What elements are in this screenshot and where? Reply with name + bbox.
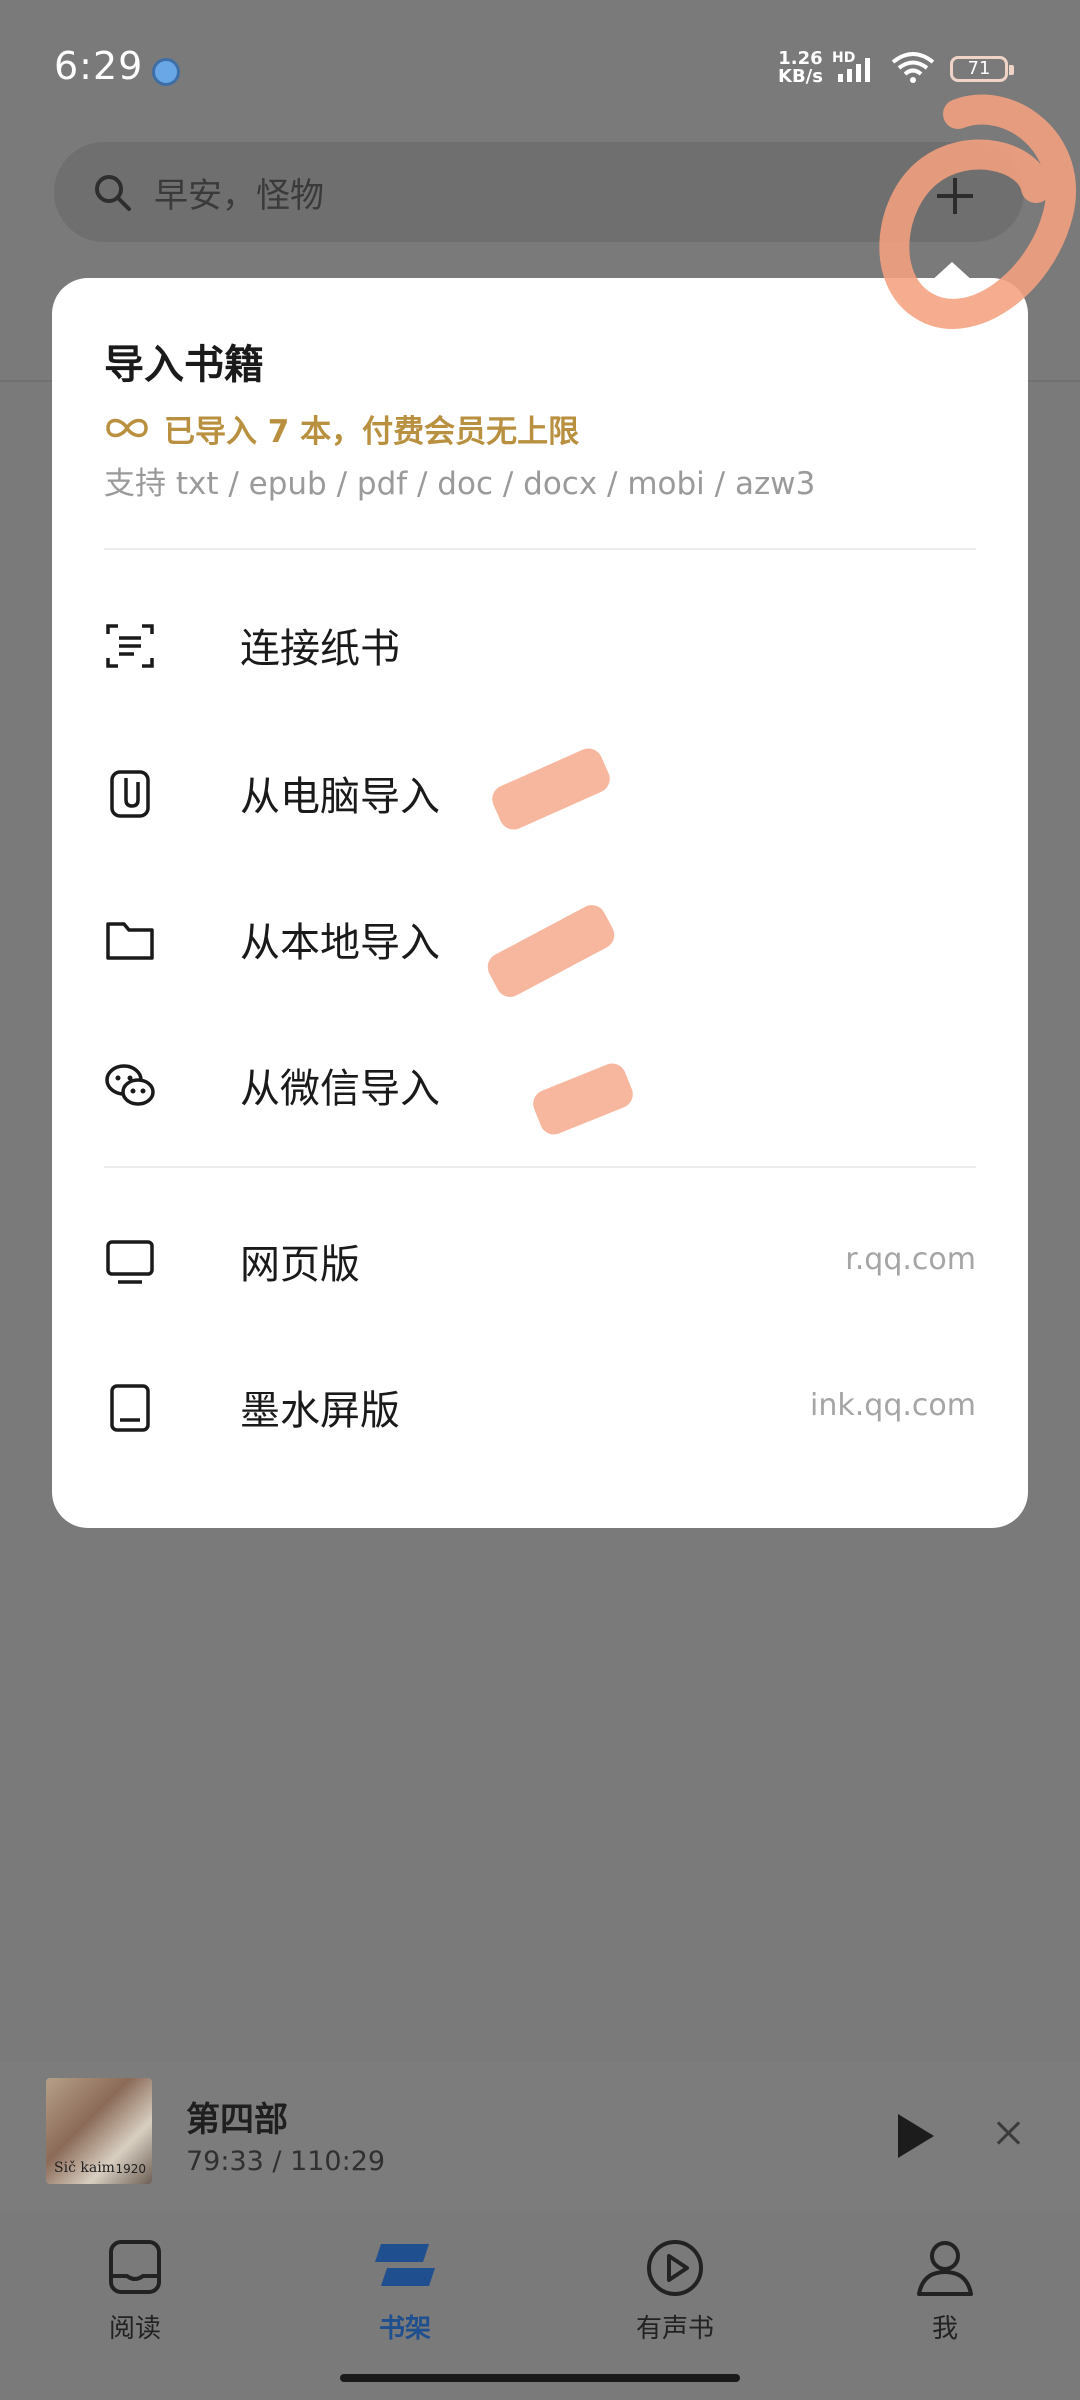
search-placeholder: 早安，怪物 [154, 176, 324, 216]
battery-indicator: 71 [950, 56, 1014, 82]
folder-icon [106, 922, 154, 960]
track-title: 第四部 [186, 2100, 288, 2140]
tab-label: 有声书 [635, 2314, 714, 2344]
play-icon[interactable] [898, 2114, 934, 2158]
wechat-icon [105, 1064, 155, 1106]
tab-bookshelf[interactable]: 书架 [305, 2224, 505, 2344]
tab-reading[interactable]: 阅读 [35, 2224, 235, 2344]
status-time: 6:29 [54, 44, 144, 88]
bookshelf-icon [375, 2244, 435, 2286]
tablet-icon [110, 1384, 150, 1432]
divider [104, 548, 976, 550]
reading-icon [109, 2240, 161, 2294]
divider [104, 1166, 976, 1168]
menu-item-label: 从电脑导入 [240, 774, 440, 820]
tab-audiobook[interactable]: 有声书 [575, 2224, 775, 2344]
signal-icon [838, 58, 870, 82]
tab-label: 书架 [378, 2314, 431, 2344]
import-quota: 已导入 7 本，付费会员无上限 [104, 406, 579, 450]
network-speed-unit: KB/s [778, 66, 823, 87]
menu-item-web-version[interactable]: 网页版 r.qq.com [104, 1206, 976, 1306]
tab-label: 阅读 [108, 2314, 161, 2344]
menu-item-label: 连接纸书 [240, 626, 400, 672]
wifi-icon [891, 52, 935, 83]
menu-item-label: 墨水屏版 [240, 1388, 400, 1434]
network-speed: 1.26 KB/s [778, 50, 823, 86]
home-indicator[interactable] [340, 2374, 740, 2382]
audiobook-icon [647, 2240, 703, 2296]
tab-label: 我 [931, 2314, 958, 2344]
menu-item-label: 网页版 [240, 1242, 360, 1288]
menu-item-url: r.qq.com [845, 1242, 976, 1277]
track-progress: 79:33 / 110:29 [186, 2146, 386, 2177]
monitor-icon [106, 1240, 154, 1284]
supported-formats: 支持 txt / epub / pdf / doc / docx / mobi … [104, 466, 816, 502]
popup-title: 导入书籍 [104, 342, 264, 388]
profile-icon [917, 2241, 973, 2296]
cover-year: 1920 [115, 2162, 146, 2176]
infinity-icon [106, 418, 148, 438]
cover-text: Sič kaim [54, 2160, 115, 2176]
scan-icon [106, 624, 154, 668]
import-quota-text: 已导入 7 本，付费会员无上限 [164, 413, 580, 450]
menu-item-connect-paper-book[interactable]: 连接纸书 [104, 590, 976, 690]
annotation-circle [879, 94, 1076, 329]
notification-app-icon [152, 58, 180, 86]
menu-item-label: 从本地导入 [240, 920, 440, 966]
import-books-popup: 导入书籍 已导入 7 本，付费会员无上限 支持 txt / epub / pdf… [52, 278, 1028, 1528]
menu-item-label: 从微信导入 [240, 1066, 440, 1112]
tab-me[interactable]: 我 [845, 2224, 1045, 2344]
menu-item-url: ink.qq.com [810, 1388, 976, 1423]
app-screen: 6:29 1.26 KB/s HD 71 早安，怪物 导入书籍 已导入 7 本，… [0, 0, 1080, 2400]
menu-item-eink-version[interactable]: 墨水屏版 ink.qq.com [104, 1352, 976, 1452]
audiobook-cover: Sič kaim 1920 [46, 2078, 152, 2184]
search-icon [95, 175, 131, 211]
phone-clip-icon [110, 770, 150, 818]
close-icon[interactable] [994, 2118, 1024, 2148]
